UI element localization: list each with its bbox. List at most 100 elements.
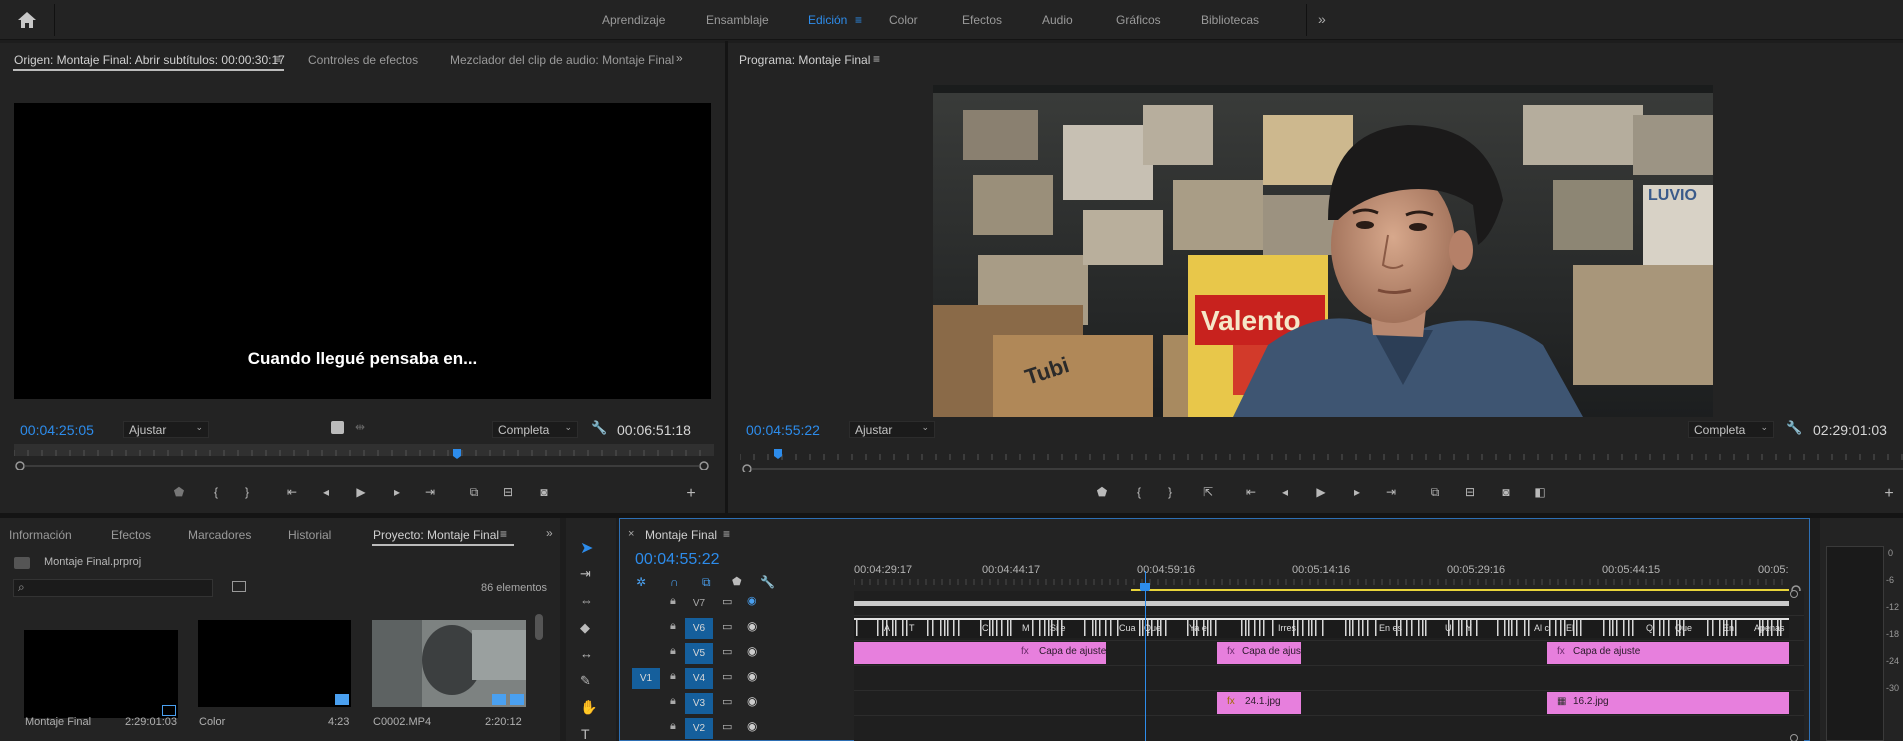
lift-icon[interactable]: ⧉ — [1426, 485, 1444, 500]
adjustment-layer-clip[interactable]: fx Capa de ajuste — [1547, 642, 1789, 664]
add-marker-icon[interactable]: ⬟ — [170, 485, 188, 499]
pen-tool-icon[interactable]: ✎ — [580, 673, 591, 689]
go-to-in-icon[interactable]: ⇱ — [1199, 485, 1217, 499]
mark-in-icon[interactable]: { — [207, 485, 225, 499]
home-icon[interactable] — [16, 10, 38, 30]
extract-icon[interactable]: ⊟ — [1461, 485, 1479, 499]
track-label[interactable]: V5 — [685, 643, 713, 664]
lock-icon[interactable]: 🔒︎ — [670, 670, 676, 683]
lock-icon[interactable]: 🔒︎ — [670, 695, 676, 708]
razor-tool-icon[interactable]: ◆ — [580, 620, 590, 636]
tab-sequence[interactable]: Montaje Final — [645, 528, 717, 542]
timeline-timecode[interactable]: 00:04:55:22 — [635, 551, 720, 569]
timeline-settings-wrench-icon[interactable]: 🔧 — [760, 575, 775, 589]
tab-historial[interactable]: Historial — [288, 528, 331, 542]
step-back-icon[interactable]: ◂ — [1276, 485, 1294, 499]
program-panel-menu-icon[interactable]: ≡ — [873, 52, 880, 66]
source-patch-v1[interactable]: V1 — [632, 668, 660, 689]
tab-source[interactable]: Origen: Montaje Final: Abrir subtítulos:… — [14, 53, 285, 67]
tab-effect-controls[interactable]: Controles de efectos — [308, 53, 418, 67]
eye-icon[interactable]: ◉ — [747, 694, 757, 708]
wrench-icon[interactable]: 🔧 — [1786, 420, 1802, 436]
selection-tool-icon[interactable]: ➤ — [580, 538, 593, 558]
workspace-audio[interactable]: Audio — [1042, 13, 1073, 27]
add-button-icon[interactable]: + — [682, 485, 700, 503]
eye-hidden-icon[interactable]: ◉ — [747, 594, 757, 607]
sync-lock-icon[interactable]: ▭ — [722, 645, 732, 658]
linked-selection-icon[interactable]: ⧉ — [702, 575, 711, 590]
workspace-bibliotecas[interactable]: Bibliotecas — [1201, 13, 1259, 27]
mark-out-icon[interactable]: } — [1161, 485, 1179, 499]
workspace-aprendizaje[interactable]: Aprendizaje — [602, 13, 665, 27]
go-to-in-point-icon[interactable]: ⇤ — [1242, 485, 1260, 499]
go-to-in-icon[interactable]: ⇤ — [283, 485, 301, 499]
source-timecode[interactable]: 00:04:25:05 — [20, 422, 94, 438]
slip-tool-icon[interactable]: ↔ — [580, 646, 593, 661]
lock-icon[interactable]: 🔒︎ — [670, 645, 676, 658]
program-timecode[interactable]: 00:04:55:22 — [746, 422, 820, 438]
tab-proyecto[interactable]: Proyecto: Montaje Final — [373, 528, 499, 542]
scroll-handle-top[interactable] — [1790, 590, 1798, 598]
eye-icon[interactable]: ◉ — [747, 644, 757, 658]
source-more-tabs-icon[interactable]: » — [676, 51, 683, 65]
scroll-handle-bottom[interactable] — [1790, 734, 1798, 741]
workspace-ensamblaje[interactable]: Ensamblaje — [706, 13, 769, 27]
tab-audio-clip-mixer[interactable]: Mezclador del clip de audio: Montaje Fin… — [450, 53, 674, 67]
add-marker-icon[interactable]: ⬟ — [732, 575, 742, 588]
track-label[interactable]: V3 — [685, 693, 713, 714]
overwrite-icon[interactable]: ⊟ — [499, 485, 517, 499]
thumbnail-color[interactable] — [198, 620, 351, 707]
playhead-line[interactable] — [1145, 571, 1146, 741]
step-forward-icon[interactable]: ▸ — [388, 485, 406, 499]
close-sequence-icon[interactable]: × — [628, 528, 634, 540]
thumbnail-c0002[interactable] — [372, 620, 526, 707]
source-scrubber[interactable] — [14, 442, 714, 470]
timeline-menu-icon[interactable]: ≡ — [723, 527, 730, 541]
mark-in-icon[interactable]: { — [1130, 485, 1148, 499]
add-button-icon[interactable]: + — [1880, 485, 1898, 503]
track-label[interactable]: V7 — [685, 593, 713, 614]
track-select-tool-icon[interactable]: ⇥ — [580, 566, 591, 582]
source-panel-menu-icon[interactable]: ≡ — [274, 52, 281, 66]
sync-lock-icon[interactable]: ▭ — [722, 670, 732, 683]
project-panel-menu-icon[interactable]: ≡ — [500, 527, 507, 541]
program-quality-dropdown[interactable]: Completa ⌄ — [1688, 421, 1774, 438]
export-frame-icon[interactable]: ◙ — [1497, 485, 1515, 499]
project-scrollbar[interactable] — [535, 614, 543, 640]
track-label[interactable]: V2 — [685, 718, 713, 739]
sync-lock-icon[interactable]: ▭ — [722, 695, 732, 708]
hand-tool-icon[interactable]: ✋ — [580, 699, 597, 716]
program-scrubber[interactable] — [740, 448, 1903, 472]
lock-icon[interactable]: 🔒︎ — [670, 720, 676, 733]
type-tool-icon[interactable]: T — [581, 726, 590, 741]
thumbnail-montaje-final[interactable] — [24, 630, 178, 718]
project-more-tabs-icon[interactable]: » — [546, 526, 553, 540]
play-icon[interactable]: ▶ — [1312, 485, 1330, 499]
workspace-edicion[interactable]: Edición — [808, 13, 847, 27]
workspace-menu-icon[interactable]: ≡ — [855, 13, 862, 27]
step-forward-icon[interactable]: ▸ — [1348, 485, 1366, 499]
sync-lock-icon[interactable]: ▭ — [722, 720, 732, 733]
eye-icon[interactable]: ◉ — [747, 719, 757, 733]
export-frame-icon[interactable]: ◙ — [535, 485, 553, 499]
comparison-view-icon[interactable]: ◧ — [1531, 485, 1549, 499]
workspace-graficos[interactable]: Gráficos — [1116, 13, 1161, 27]
snap-icon[interactable]: ∩ — [670, 575, 679, 589]
lock-icon[interactable]: 🔒︎ — [670, 595, 676, 608]
insert-icon[interactable]: ⧉ — [465, 485, 483, 500]
track-label[interactable]: V4 — [685, 668, 713, 689]
workspace-color[interactable]: Color — [889, 13, 918, 27]
step-back-icon[interactable]: ◂ — [317, 485, 335, 499]
lock-icon[interactable]: 🔒︎ — [670, 620, 676, 633]
add-marker-icon[interactable]: ⬟ — [1093, 485, 1111, 499]
subtitle-clips-row[interactable]: A T C M Si e Cua Que Ya e Irres En es Ui… — [854, 618, 1789, 638]
workspace-efectos[interactable]: Efectos — [962, 13, 1002, 27]
eye-icon[interactable]: ◉ — [747, 669, 757, 683]
go-to-out-icon[interactable]: ⇥ — [1382, 485, 1400, 499]
nest-toggle-icon[interactable]: ✲ — [636, 575, 646, 589]
adjustment-layer-clip[interactable]: fx Capa de ajuste — [854, 642, 1106, 664]
new-bin-icon[interactable] — [232, 581, 246, 592]
mark-out-icon[interactable]: } — [238, 485, 256, 499]
ripple-edit-tool-icon[interactable]: ⇔ — [580, 593, 593, 608]
tab-marcadores[interactable]: Marcadores — [188, 528, 251, 542]
